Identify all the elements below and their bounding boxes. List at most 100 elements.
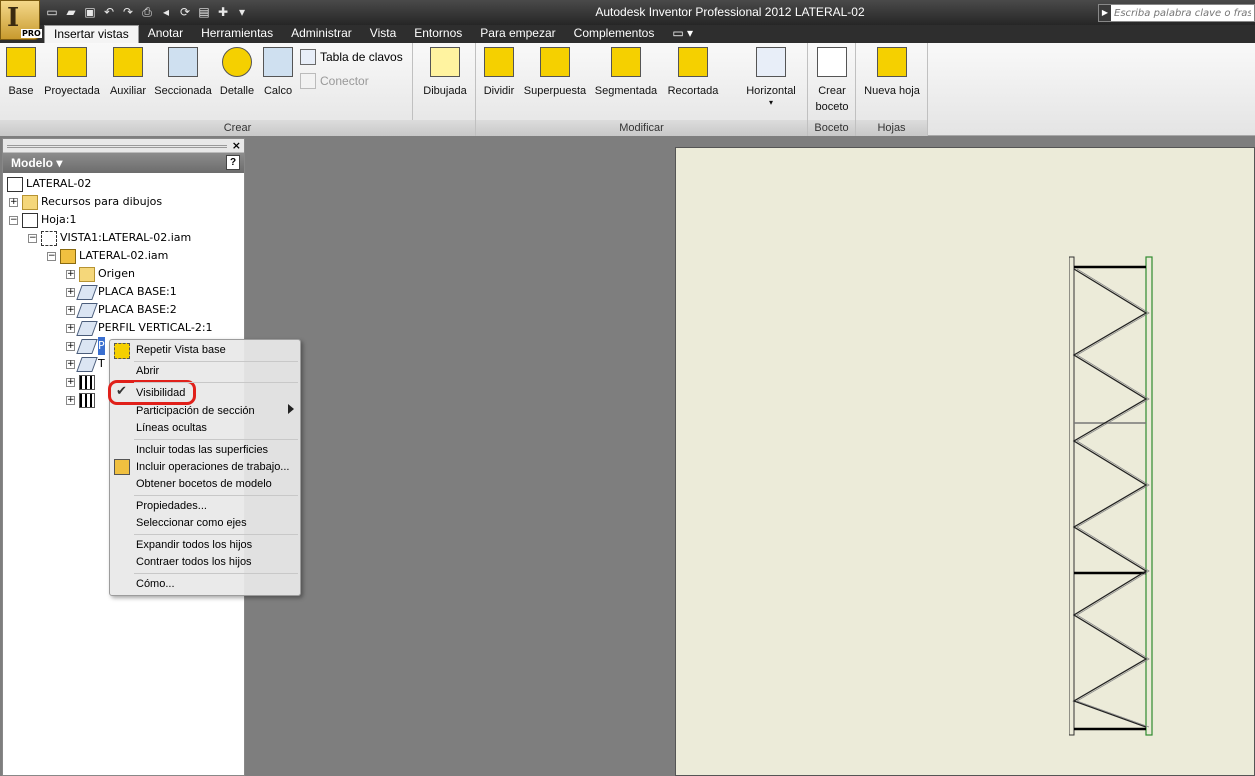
segmentada-button[interactable]: Segmentada xyxy=(592,47,660,99)
expand-icon[interactable]: + xyxy=(66,359,75,369)
browser-title: Modelo xyxy=(11,156,53,170)
tab-para-empezar[interactable]: Para empezar xyxy=(471,25,564,43)
superpuesta-button[interactable]: Superpuesta xyxy=(520,47,590,99)
tree-node-pattern-2[interactable]: + xyxy=(66,391,98,409)
part-icon xyxy=(76,356,98,372)
menu-contraer-hijos[interactable]: Contraer todos los hijos xyxy=(136,554,252,571)
graphics-window[interactable] xyxy=(247,138,1255,776)
tab-entornos[interactable]: Entornos xyxy=(405,25,471,43)
folder-icon xyxy=(22,194,38,210)
application-menu-button[interactable]: I PRO xyxy=(0,0,42,40)
expand-icon[interactable]: + xyxy=(66,305,75,315)
browser-header[interactable]: Modelo ▾ ? xyxy=(3,153,244,173)
help-search-input[interactable] xyxy=(1111,5,1251,21)
slice-icon xyxy=(611,47,641,77)
menu-propiedades[interactable]: Propiedades... xyxy=(136,498,207,515)
sheet-icon xyxy=(22,212,38,228)
qat-dropdown-icon[interactable]: ▾ xyxy=(234,4,250,20)
expand-icon[interactable]: + xyxy=(66,287,75,297)
tree-node-origen[interactable]: + Origen xyxy=(66,265,135,283)
nueva-hoja-button[interactable]: Nueva hoja xyxy=(860,47,924,99)
save-icon[interactable]: ▣ xyxy=(82,4,98,20)
tree-node-perfil-vertical[interactable]: + PERFIL VERTICAL-2:1 xyxy=(66,319,213,337)
menu-como[interactable]: Cómo... xyxy=(136,576,175,593)
menu-participacion-seccion[interactable]: Participación de sección xyxy=(136,403,255,420)
folder-icon xyxy=(79,266,95,282)
title-bar: ▭ ▰ ▣ ↶ ↷ ⎙ ◂ ⟳ ▤ ✚ ▾ Autodesk Inventor … xyxy=(0,0,1255,25)
collapse-icon[interactable]: − xyxy=(9,215,18,225)
menu-expandir-hijos[interactable]: Expandir todos los hijos xyxy=(136,537,252,554)
tree-node-root[interactable]: LATERAL-02 xyxy=(7,175,91,193)
expand-icon[interactable]: + xyxy=(9,197,18,207)
browser-grip[interactable]: × xyxy=(3,139,244,153)
tree-node-assembly[interactable]: − LATERAL-02.iam xyxy=(47,247,168,265)
submenu-arrow-icon xyxy=(288,404,294,414)
menu-abrir[interactable]: Abrir xyxy=(136,363,159,380)
measure-icon[interactable]: ✚ xyxy=(215,4,231,20)
tab-complementos[interactable]: Complementos xyxy=(565,25,664,43)
collapse-icon[interactable]: − xyxy=(47,251,56,261)
base-button[interactable]: Base xyxy=(4,47,38,99)
expand-search-icon[interactable]: ▶ xyxy=(1099,5,1111,21)
calco-button[interactable]: Calco xyxy=(260,47,296,99)
conector-button[interactable]: Conector xyxy=(300,73,369,89)
expand-icon[interactable]: + xyxy=(66,269,75,279)
dividir-button[interactable]: Dividir xyxy=(480,47,518,99)
panel-label-boceto: Boceto xyxy=(808,120,855,136)
update-icon[interactable]: ⟳ xyxy=(177,4,193,20)
tab-anotar[interactable]: Anotar xyxy=(139,25,192,43)
crear-boceto-button[interactable]: Crear boceto xyxy=(812,47,852,115)
tab-herramientas[interactable]: Herramientas xyxy=(192,25,282,43)
open-icon[interactable]: ▰ xyxy=(63,4,79,20)
menu-incluir-superficies[interactable]: Incluir todas las superficies xyxy=(136,442,268,459)
tree-node-hoja[interactable]: − Hoja:1 xyxy=(9,211,77,229)
drawing-sheet[interactable] xyxy=(675,147,1255,776)
menu-lineas-ocultas[interactable]: Líneas ocultas xyxy=(136,420,207,437)
expand-icon[interactable]: + xyxy=(66,377,75,387)
tab-insertar-vistas[interactable]: Insertar vistas xyxy=(44,25,139,43)
project-icon[interactable]: ▤ xyxy=(196,4,212,20)
expand-icon[interactable]: + xyxy=(66,395,75,405)
redo-icon[interactable]: ↷ xyxy=(120,4,136,20)
select-icon[interactable]: ◂ xyxy=(158,4,174,20)
recortada-button[interactable]: Recortada xyxy=(664,47,722,99)
tree-node-placa-base-2[interactable]: + PLACA BASE:2 xyxy=(66,301,177,319)
projected-view-icon xyxy=(57,47,87,77)
proyectada-button[interactable]: Proyectada xyxy=(41,47,103,99)
auxiliar-button[interactable]: Auxiliar xyxy=(106,47,150,99)
print-icon[interactable]: ⎙ xyxy=(139,4,155,20)
horizontal-button[interactable]: Horizontal ▾ xyxy=(738,47,804,107)
tab-vista[interactable]: Vista xyxy=(361,25,405,43)
crop-icon xyxy=(678,47,708,77)
dibujada-button[interactable]: Dibujada xyxy=(419,47,471,99)
menu-incluir-operaciones[interactable]: Incluir operaciones de trabajo... xyxy=(136,459,289,476)
menu-visibilidad[interactable]: Visibilidad xyxy=(136,385,185,402)
tree-node-pattern-1[interactable]: + xyxy=(66,373,98,391)
tab-administrar[interactable]: Administrar xyxy=(282,25,361,43)
panel-label-modificar: Modificar xyxy=(476,120,807,136)
panel-modificar: Dividir Superpuesta Segmentada Recortada… xyxy=(476,43,808,136)
expand-icon[interactable]: + xyxy=(66,323,75,333)
tree-node-selected[interactable]: + P xyxy=(66,337,105,355)
tree-node-vista1[interactable]: − VISTA1:LATERAL-02.iam xyxy=(28,229,191,247)
truss-drawing-view[interactable] xyxy=(1069,255,1159,740)
tree-node-placa-base-1[interactable]: + PLACA BASE:1 xyxy=(66,283,177,301)
tabla-de-clavos-button[interactable]: Tabla de clavos xyxy=(300,49,403,65)
chevron-down-icon: ▾ xyxy=(56,156,63,170)
seccionada-button[interactable]: Seccionada xyxy=(152,47,214,99)
tree-node-partial[interactable]: + T xyxy=(66,355,105,373)
expand-icon[interactable]: + xyxy=(66,341,75,351)
undo-icon[interactable]: ↶ xyxy=(101,4,117,20)
overlay-calco-icon xyxy=(263,47,293,77)
menu-obtener-bocetos[interactable]: Obtener bocetos de modelo xyxy=(136,476,272,493)
menu-seleccionar-ejes[interactable]: Seleccionar como ejes xyxy=(136,515,247,532)
close-icon[interactable]: × xyxy=(232,139,241,152)
ribbon-options-icon[interactable]: ▭ ▾ xyxy=(663,25,702,43)
inventor-logo-icon: I xyxy=(7,3,20,33)
detalle-button[interactable]: Detalle xyxy=(216,47,258,99)
help-icon[interactable]: ? xyxy=(226,155,240,170)
collapse-icon[interactable]: − xyxy=(28,233,37,243)
menu-repetir-vista-base[interactable]: Repetir Vista base xyxy=(136,342,226,359)
tree-node-recursos[interactable]: + Recursos para dibujos xyxy=(9,193,162,211)
new-icon[interactable]: ▭ xyxy=(44,4,60,20)
